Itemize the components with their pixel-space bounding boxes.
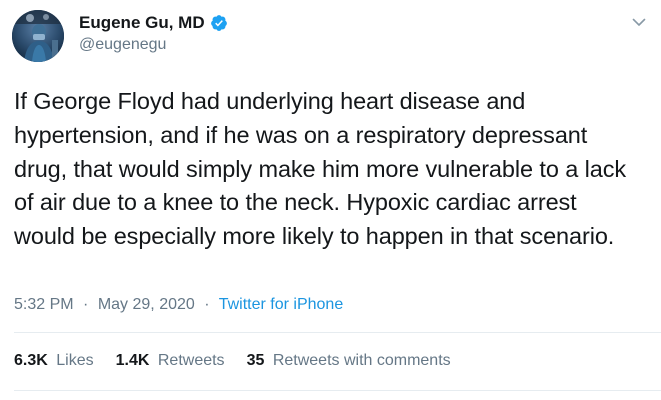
- author-handle[interactable]: @eugenegu: [79, 36, 166, 54]
- quote-tweets-count: 35: [246, 352, 265, 369]
- quote-tweets-stat[interactable]: 35 Retweets with comments: [247, 352, 451, 370]
- avatar-image: [12, 10, 64, 62]
- author-name-row[interactable]: Eugene Gu, MD: [79, 12, 228, 34]
- tweet-metadata: 5:32 PM · May 29, 2020 · Twitter for iPh…: [14, 296, 343, 314]
- meta-separator: ·: [204, 296, 210, 313]
- display-name[interactable]: Eugene Gu, MD: [79, 13, 205, 33]
- retweets-stat[interactable]: 1.4K Retweets: [116, 352, 225, 370]
- likes-stat[interactable]: 6.3K Likes: [14, 352, 94, 370]
- likes-count: 6.3K: [14, 352, 48, 369]
- likes-label: Likes: [56, 352, 94, 369]
- chevron-down-icon[interactable]: [631, 14, 647, 30]
- quote-tweets-label: Retweets with comments: [272, 352, 451, 369]
- tweet-stats: 6.3K Likes 1.4K Retweets 35 Retweets wit…: [14, 352, 473, 370]
- avatar[interactable]: [12, 10, 64, 62]
- verified-badge-icon: [210, 14, 228, 32]
- tweet-time[interactable]: 5:32 PM: [14, 296, 74, 313]
- divider: [14, 332, 661, 333]
- tweet-text: If George Floyd had underlying heart dis…: [14, 88, 627, 250]
- divider: [14, 390, 661, 391]
- meta-separator: ·: [83, 296, 89, 313]
- tweet-card: Eugene Gu, MD @eugenegu If George Floyd …: [0, 0, 661, 400]
- tweet-source-link[interactable]: Twitter for iPhone: [219, 296, 344, 313]
- tweet-date[interactable]: May 29, 2020: [98, 296, 195, 313]
- retweets-label: Retweets: [157, 352, 225, 369]
- retweets-count: 1.4K: [115, 352, 150, 369]
